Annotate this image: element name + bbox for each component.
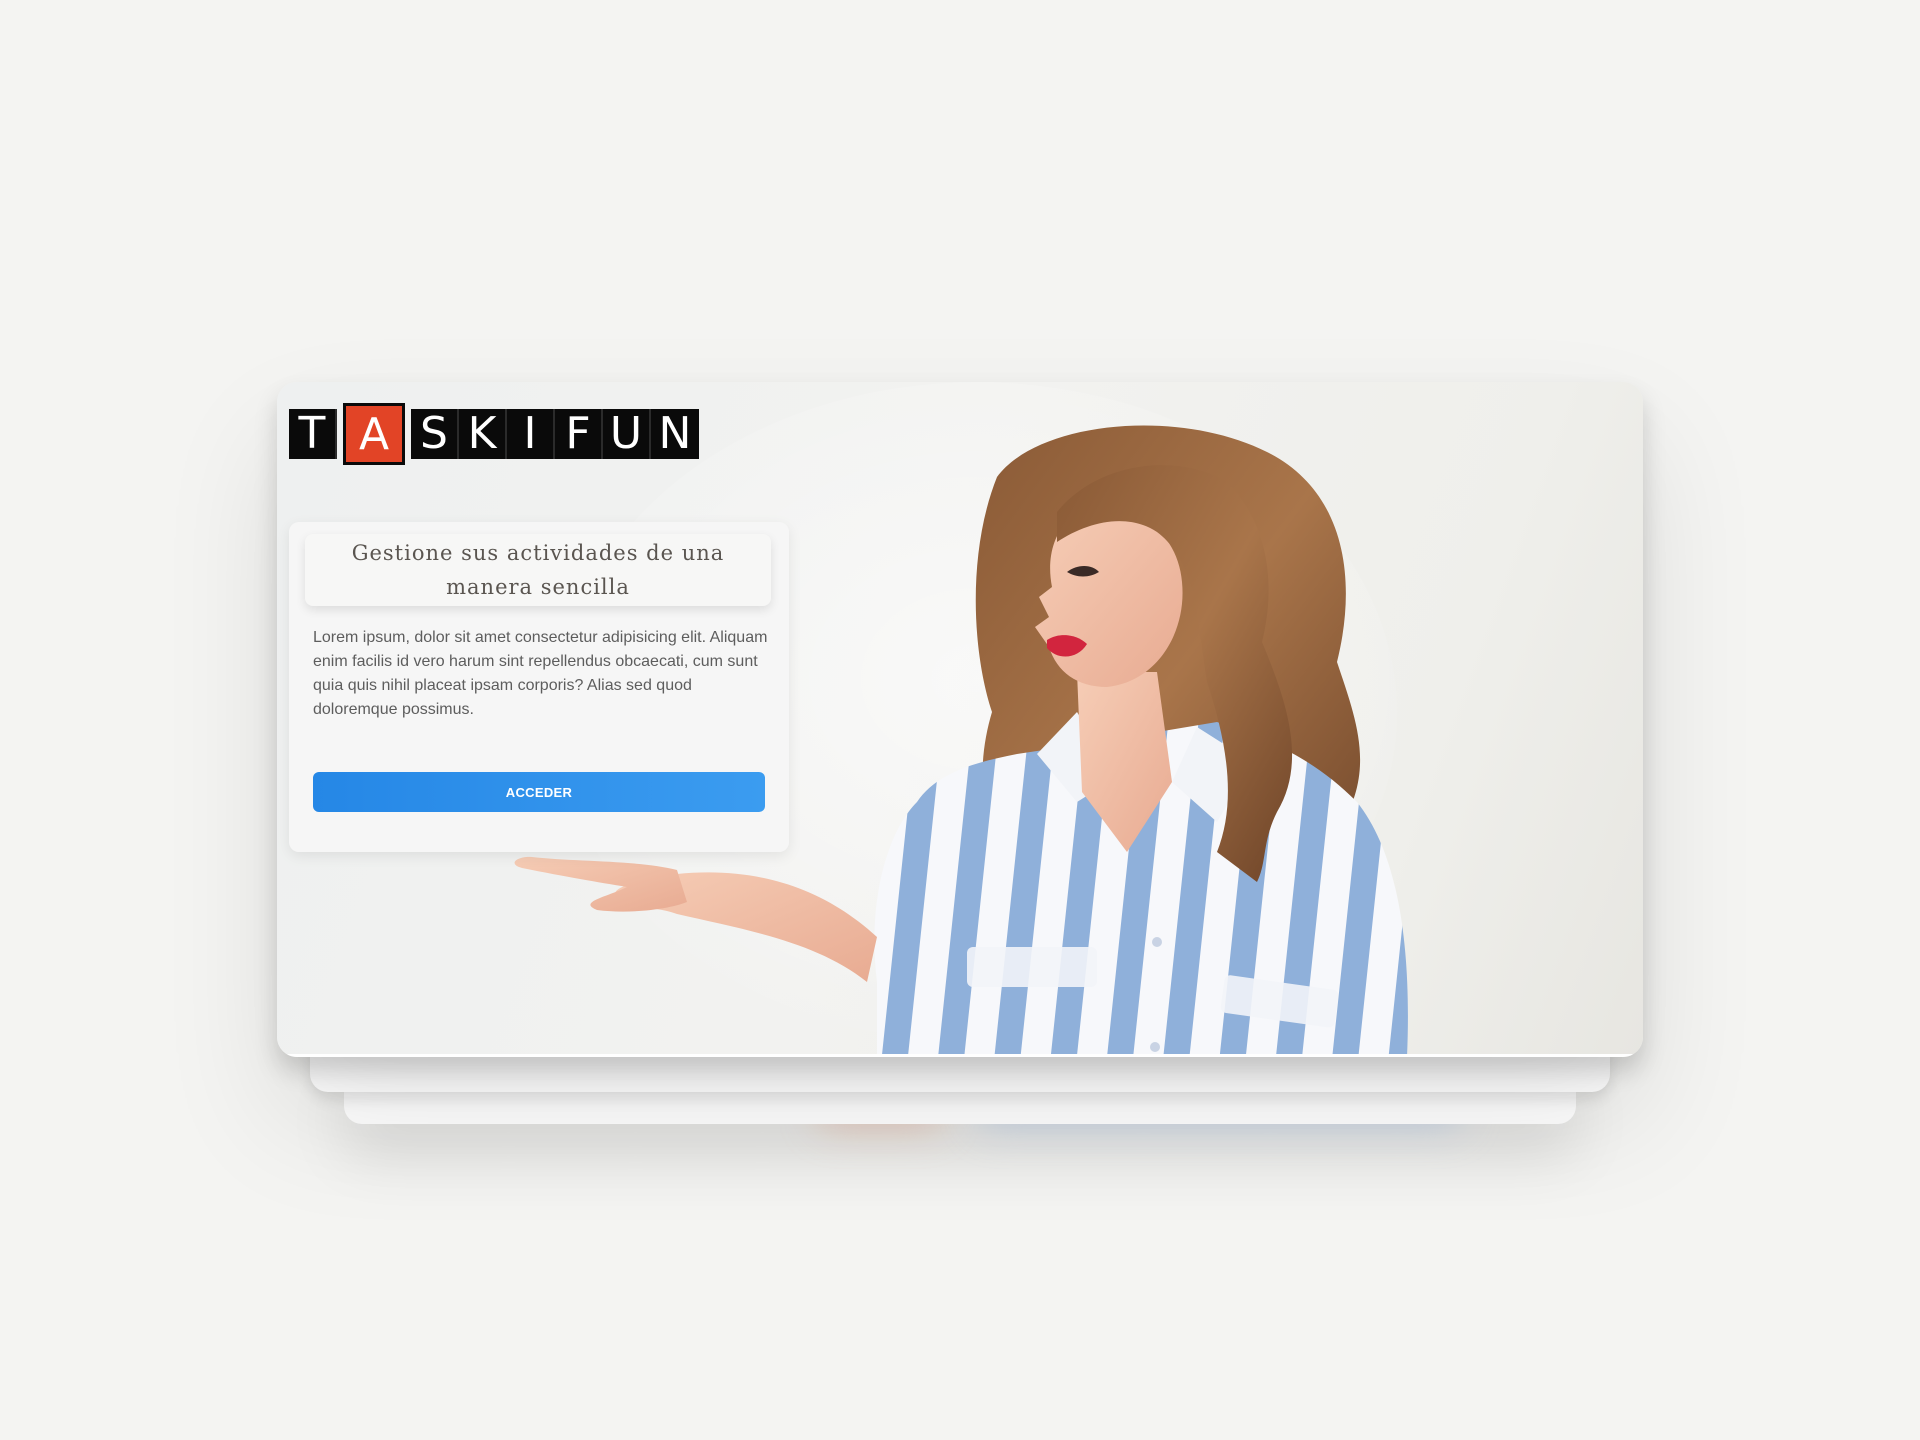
logo-letter: F bbox=[555, 409, 603, 459]
card-bottom-edge bbox=[277, 1054, 1643, 1057]
logo-letter: T bbox=[289, 409, 337, 459]
logo-letter: U bbox=[603, 409, 651, 459]
logo-letter-accent: A bbox=[343, 403, 405, 465]
intro-panel: Gestione sus actividades de una manera s… bbox=[289, 522, 789, 852]
shirt-button bbox=[1150, 1042, 1160, 1052]
page-stage: T A S K I F U N Gestione sus actividades… bbox=[0, 0, 1920, 1440]
headline-box: Gestione sus actividades de una manera s… bbox=[305, 534, 771, 606]
logo-letter: S bbox=[411, 409, 459, 459]
intro-text: Lorem ipsum, dolor sit amet consectetur … bbox=[313, 629, 768, 718]
page-title: Gestione sus actividades de una manera s… bbox=[351, 541, 725, 599]
logo-letter: I bbox=[507, 409, 555, 459]
hero-card: T A S K I F U N Gestione sus actividades… bbox=[277, 382, 1643, 1057]
acceder-button[interactable]: ACCEDER bbox=[313, 772, 765, 812]
logo-letter: K bbox=[459, 409, 507, 459]
taskifun-logo[interactable]: T A S K I F U N bbox=[289, 403, 699, 465]
pocket-left bbox=[967, 947, 1097, 987]
logo-letter: N bbox=[651, 409, 699, 459]
shirt-button bbox=[1152, 937, 1162, 947]
